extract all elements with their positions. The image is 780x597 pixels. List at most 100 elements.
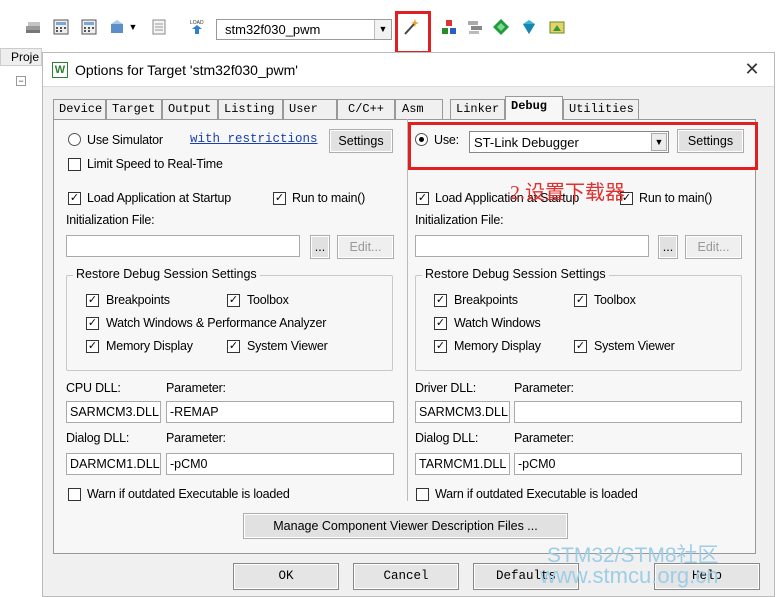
dialog-dll-input-right[interactable]: TARMCM1.DLL bbox=[415, 453, 510, 475]
dialog-parameter-input[interactable]: -pCM0 bbox=[166, 453, 394, 475]
tab-device[interactable]: Device bbox=[53, 99, 106, 119]
dialog-parameter-label-right: Parameter: bbox=[514, 431, 574, 445]
breakpoints-checkbox-right[interactable]: ✓ bbox=[434, 294, 447, 307]
manage-component-viewer-button[interactable]: Manage Component Viewer Description File… bbox=[243, 513, 568, 539]
dialog-parameter-input-right[interactable]: -pCM0 bbox=[514, 453, 742, 475]
tab-linker[interactable]: Linker bbox=[450, 99, 505, 119]
chevron-down-icon[interactable]: ▼ bbox=[374, 20, 391, 39]
document-icon[interactable] bbox=[148, 16, 170, 38]
wand-highlight-box bbox=[395, 11, 431, 54]
browse-button-right[interactable]: ... bbox=[658, 235, 678, 259]
watch-windows-label: Watch Windows & Performance Analyzer bbox=[106, 316, 327, 330]
breakpoints-label: Breakpoints bbox=[106, 293, 170, 307]
dialog-titlebar: W Options for Target 'stm32f030_pwm' ✕ bbox=[43, 53, 774, 87]
warn-outdated-checkbox[interactable] bbox=[68, 488, 81, 501]
components-icon[interactable] bbox=[438, 16, 460, 38]
tree-collapse-toggle[interactable]: − bbox=[16, 76, 26, 86]
ok-button[interactable]: OK bbox=[233, 563, 339, 590]
simulator-settings-button[interactable]: Settings bbox=[329, 129, 393, 153]
target-select[interactable]: stm32f030_pwm ▼ bbox=[216, 19, 392, 40]
watermark-line-2: www.stmcu.org.cn bbox=[540, 563, 719, 588]
system-viewer-label-right: System Viewer bbox=[594, 339, 675, 353]
watch-windows-checkbox-right[interactable]: ✓ bbox=[434, 317, 447, 330]
watch-windows-checkbox[interactable]: ✓ bbox=[86, 317, 99, 330]
tab-utilities[interactable]: Utilities bbox=[563, 99, 639, 119]
driver-parameter-input[interactable] bbox=[514, 401, 742, 423]
init-file-label-right: Initialization File: bbox=[415, 213, 504, 227]
driver-dll-input[interactable]: SARMCM3.DLL bbox=[415, 401, 510, 423]
warn-outdated-checkbox-right[interactable] bbox=[416, 488, 429, 501]
browse-button[interactable]: ... bbox=[310, 235, 330, 259]
stack-icon[interactable] bbox=[22, 16, 44, 38]
warn-outdated-label: Warn if outdated Executable is loaded bbox=[87, 487, 290, 501]
load-app-checkbox-right[interactable]: ✓ bbox=[416, 192, 429, 205]
options-dialog: W Options for Target 'stm32f030_pwm' ✕ D… bbox=[42, 52, 775, 597]
project-tab[interactable]: Proje bbox=[0, 48, 42, 66]
tab-output[interactable]: Output bbox=[162, 99, 218, 119]
toolbox-checkbox[interactable]: ✓ bbox=[227, 294, 240, 307]
dialog-dll-input[interactable]: DARMCM1.DLL bbox=[66, 453, 161, 475]
init-file-label: Initialization File: bbox=[66, 213, 155, 227]
close-icon[interactable]: ✕ bbox=[741, 57, 763, 81]
use-simulator-radio[interactable] bbox=[68, 133, 81, 146]
warn-outdated-label-right: Warn if outdated Executable is loaded bbox=[435, 487, 638, 501]
dialog-parameter-label: Parameter: bbox=[166, 431, 226, 445]
limit-speed-checkbox[interactable] bbox=[68, 158, 81, 171]
tab-target[interactable]: Target bbox=[106, 99, 162, 119]
load-app-label: Load Application at Startup bbox=[87, 191, 232, 205]
dialog-dll-label: Dialog DLL: bbox=[66, 431, 130, 445]
system-viewer-checkbox-right[interactable]: ✓ bbox=[574, 340, 587, 353]
tab-debug[interactable]: Debug bbox=[505, 96, 563, 120]
cpu-parameter-label: Parameter: bbox=[166, 381, 226, 395]
memory-display-checkbox[interactable]: ✓ bbox=[86, 340, 99, 353]
chevron-down-icon[interactable]: ▼ bbox=[127, 16, 139, 38]
run-to-main-label-right: Run to main() bbox=[639, 191, 713, 205]
system-viewer-label: System Viewer bbox=[247, 339, 328, 353]
tab-c-cpp[interactable]: C/C++ bbox=[337, 99, 395, 119]
cpu-dll-input[interactable]: SARMCM3.DLL bbox=[66, 401, 161, 423]
pack-installer-icon[interactable] bbox=[546, 16, 568, 38]
memory-display-label-right: Memory Display bbox=[454, 339, 541, 353]
toolbox-label-right: Toolbox bbox=[594, 293, 636, 307]
debugger-highlight-box bbox=[408, 122, 758, 170]
cancel-button[interactable]: Cancel bbox=[353, 563, 459, 590]
tab-listing[interactable]: Listing bbox=[218, 99, 283, 119]
cpu-dll-label: CPU DLL: bbox=[66, 381, 121, 395]
target-select-value: stm32f030_pwm bbox=[225, 22, 321, 37]
driver-parameter-label: Parameter: bbox=[514, 381, 574, 395]
green-diamond-icon[interactable] bbox=[490, 16, 512, 38]
run-to-main-checkbox[interactable]: ✓ bbox=[273, 192, 286, 205]
calculator-icon[interactable] bbox=[78, 16, 100, 38]
annotation-step-2: 2.设置下载器 bbox=[510, 182, 625, 204]
calculator-icon[interactable] bbox=[50, 16, 72, 38]
memory-display-label: Memory Display bbox=[106, 339, 193, 353]
driver-dll-label: Driver DLL: bbox=[415, 381, 477, 395]
init-file-input[interactable] bbox=[66, 235, 300, 257]
tab-user[interactable]: User bbox=[283, 99, 337, 119]
with-restrictions-link[interactable]: with restrictions bbox=[190, 132, 318, 146]
load-icon[interactable]: LOAD bbox=[186, 16, 208, 38]
files-icon[interactable] bbox=[464, 16, 486, 38]
build-icon[interactable] bbox=[106, 16, 128, 38]
run-to-main-label: Run to main() bbox=[292, 191, 366, 205]
cpu-parameter-input[interactable]: -REMAP bbox=[166, 401, 394, 423]
panel-divider bbox=[407, 119, 408, 501]
app-icon: W bbox=[52, 62, 68, 78]
edit-button-right: Edit... bbox=[685, 235, 742, 259]
memory-display-checkbox-right[interactable]: ✓ bbox=[434, 340, 447, 353]
tab-asm[interactable]: Asm bbox=[395, 99, 443, 119]
init-file-input-right[interactable] bbox=[415, 235, 649, 257]
dialog-dll-label-right: Dialog DLL: bbox=[415, 431, 479, 445]
load-app-checkbox[interactable]: ✓ bbox=[68, 192, 81, 205]
edit-button: Edit... bbox=[337, 235, 394, 259]
toolbar: ▼ LOAD stm32f030_pwm ▼ bbox=[0, 0, 780, 46]
breakpoints-label-right: Breakpoints bbox=[454, 293, 518, 307]
breakpoints-checkbox[interactable]: ✓ bbox=[86, 294, 99, 307]
toolbox-checkbox-right[interactable]: ✓ bbox=[574, 294, 587, 307]
use-simulator-label: Use Simulator bbox=[87, 133, 163, 147]
gem-icon[interactable] bbox=[518, 16, 540, 38]
restore-settings-title-right: Restore Debug Session Settings bbox=[422, 267, 609, 281]
system-viewer-checkbox[interactable]: ✓ bbox=[227, 340, 240, 353]
limit-speed-label: Limit Speed to Real-Time bbox=[87, 157, 223, 171]
dialog-title: Options for Target 'stm32f030_pwm' bbox=[75, 62, 298, 78]
